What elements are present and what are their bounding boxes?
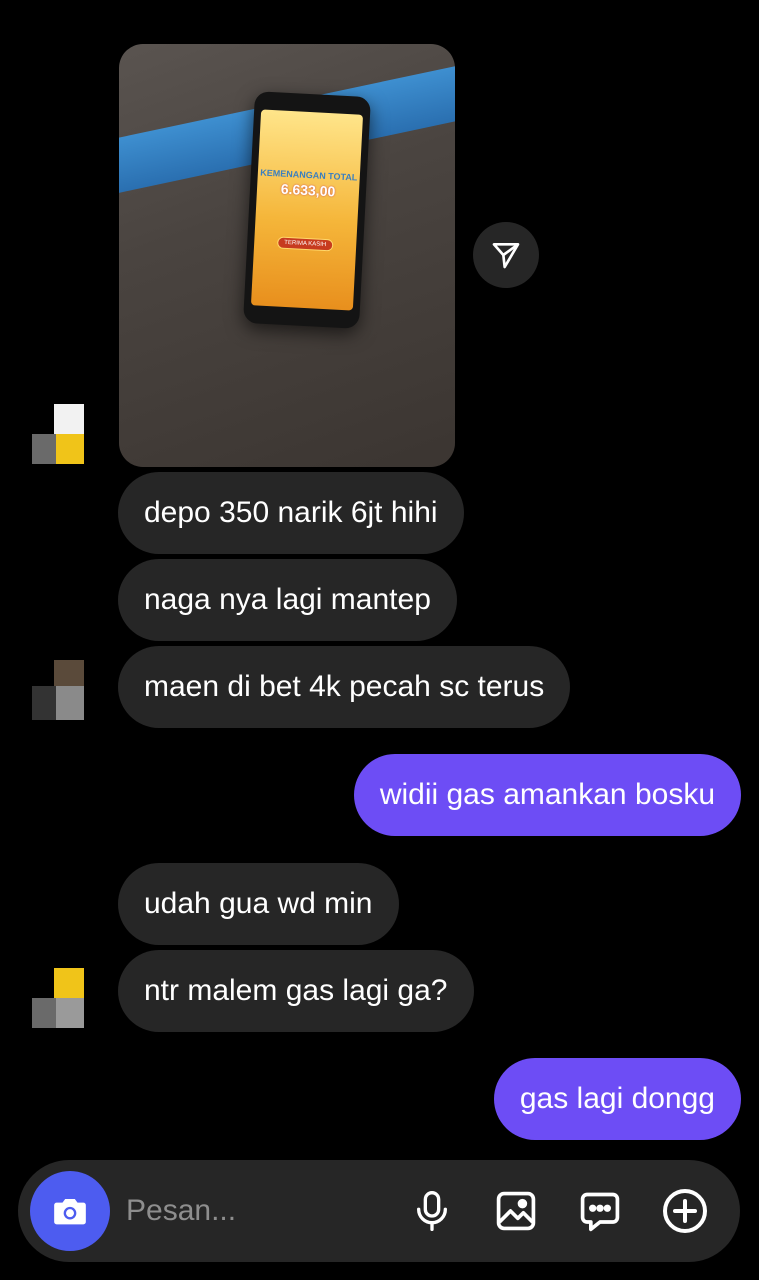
sticker-chat-icon: [580, 1192, 620, 1232]
photo-phone-screen: KEMENANGAN TOTAL 6.633,00 TERIMA KASIH: [250, 109, 364, 311]
incoming-message[interactable]: ntr malem gas lagi ga?: [118, 950, 474, 1032]
incoming-message[interactable]: udah gua wd min: [118, 863, 399, 945]
photo-screen-amount: 6.633,00: [280, 180, 336, 200]
microphone-icon: [417, 1191, 447, 1231]
avatar[interactable]: [32, 404, 86, 464]
photo-phone: KEMENANGAN TOTAL 6.633,00 TERIMA KASIH: [243, 91, 371, 329]
gallery-button[interactable]: [491, 1186, 541, 1236]
photo-screen-button: TERIMA KASIH: [276, 236, 334, 252]
gallery-icon: [496, 1191, 536, 1231]
share-button[interactable]: [473, 222, 539, 288]
message-composer: Pesan...: [18, 1160, 740, 1262]
camera-icon: [54, 1199, 86, 1225]
voice-message-button[interactable]: [407, 1186, 457, 1236]
outgoing-message[interactable]: gas lagi dongg: [493, 1058, 741, 1140]
incoming-message[interactable]: depo 350 narik 6jt hihi: [118, 472, 464, 554]
message-input[interactable]: Pesan...: [126, 1160, 236, 1262]
avatar[interactable]: [32, 968, 86, 1028]
avatar[interactable]: [32, 660, 86, 720]
shared-photo[interactable]: KEMENANGAN TOTAL 6.633,00 TERIMA KASIH: [119, 44, 455, 467]
sticker-button[interactable]: [575, 1186, 625, 1236]
outgoing-message[interactable]: widii gas amankan bosku: [353, 754, 741, 836]
incoming-message[interactable]: naga nya lagi mantep: [118, 559, 457, 641]
more-options-button[interactable]: [660, 1186, 710, 1236]
send-icon: [492, 243, 520, 269]
camera-button[interactable]: [30, 1171, 110, 1251]
incoming-message[interactable]: maen di bet 4k pecah sc terus: [118, 646, 571, 728]
photo-screen-title: KEMENANGAN TOTAL: [260, 167, 358, 183]
plus-circle-icon: [663, 1189, 707, 1233]
